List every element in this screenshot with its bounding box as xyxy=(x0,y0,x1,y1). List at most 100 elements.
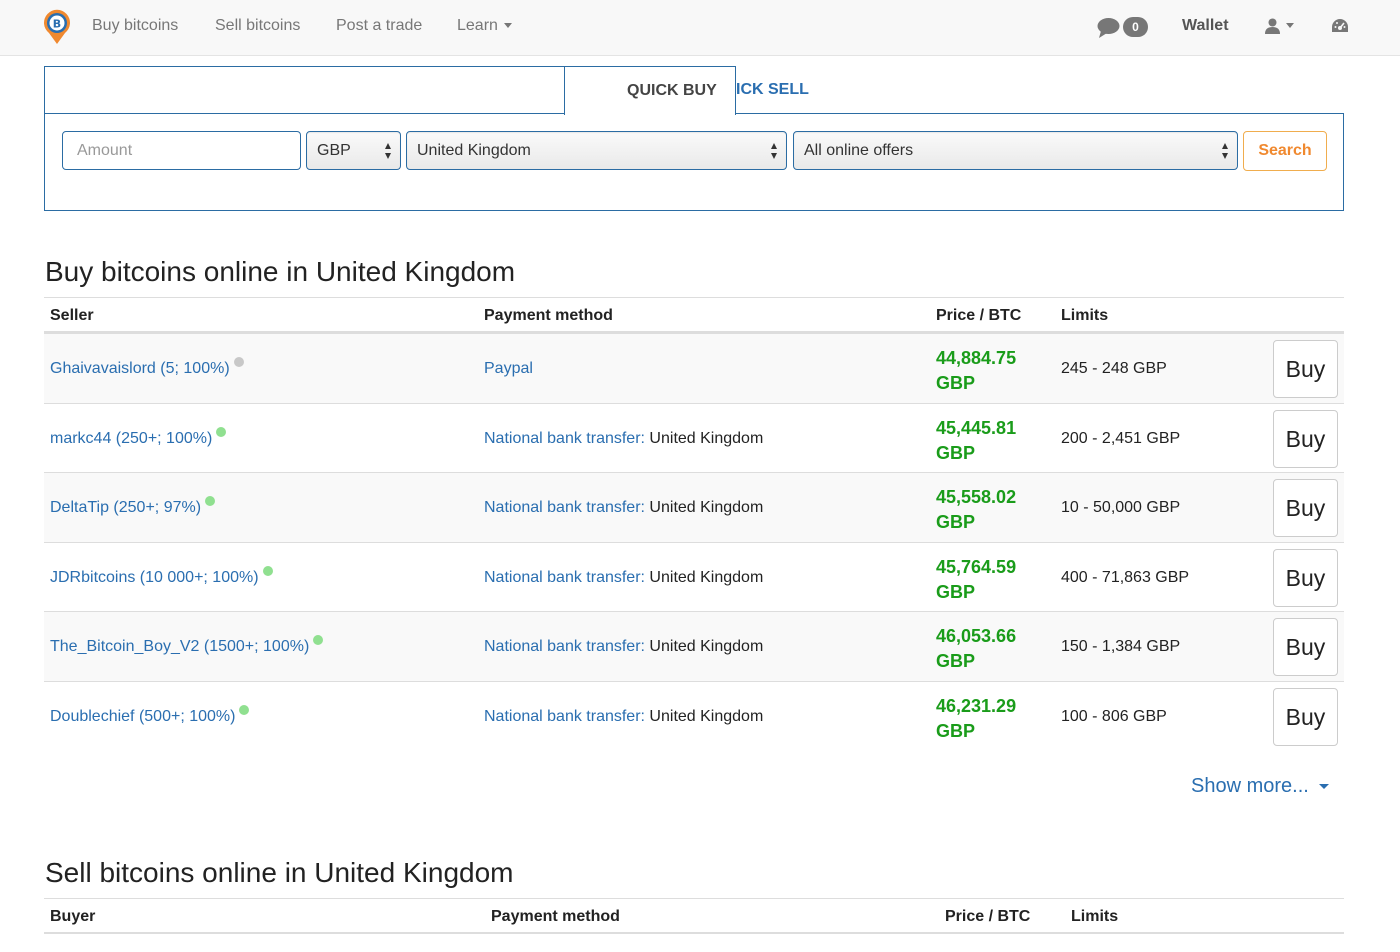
limits-cell: 200 - 2,451 GBP xyxy=(1061,430,1181,447)
seller-name: Doublechief (500+; 100%) xyxy=(50,708,236,725)
nav-wallet[interactable]: Wallet xyxy=(1182,17,1229,35)
price-value: 46,231.29 xyxy=(936,696,1017,716)
column-header: Price / BTC xyxy=(945,908,1031,925)
country-value: United Kingdom xyxy=(417,142,531,159)
chevron-down-icon xyxy=(1318,784,1329,790)
top-navbar: B Buy bitcoins Sell bitcoins Post a trad… xyxy=(0,0,1400,56)
buy-table-header: Seller Payment method Price / BTC Limits xyxy=(44,297,1344,333)
status-dot-icon xyxy=(262,566,273,576)
select-arrows-icon xyxy=(385,143,392,159)
nav-learn-label: Learn xyxy=(457,17,498,34)
price-currency: GBP xyxy=(936,443,976,463)
buy-button[interactable]: Buy xyxy=(1273,410,1338,468)
nav-buy-bitcoins[interactable]: Buy bitcoins xyxy=(92,17,178,35)
payment-method-link[interactable]: National bank transfer: xyxy=(484,638,645,655)
sell-section-title: Sell bitcoins online in United Kingdom xyxy=(45,857,514,888)
payment-method-link[interactable]: Paypal xyxy=(484,360,533,377)
nav-post-trade[interactable]: Post a trade xyxy=(336,17,422,35)
payment-method-link[interactable]: National bank transfer: xyxy=(484,499,645,516)
table-row: markc44 (250+; 100%) National bank transf… xyxy=(44,403,1344,473)
seller-link[interactable]: JDRbitcoins (10 000+; 100%) xyxy=(50,566,273,587)
price-cell: 45,445.81 GBP xyxy=(936,416,1016,466)
show-more-label: Show more... xyxy=(1191,775,1309,797)
select-arrows-icon xyxy=(1222,143,1229,159)
table-row: JDRbitcoins (10 000+; 100%) National bank… xyxy=(44,542,1344,612)
limits-cell: 150 - 1,384 GBP xyxy=(1061,638,1181,655)
buy-section-title: Buy bitcoins online in United Kingdom xyxy=(45,256,516,287)
svg-text:B: B xyxy=(53,18,61,31)
price-value: 46,053.66 xyxy=(936,626,1017,646)
price-cell: 45,764.59 GBP xyxy=(936,555,1016,605)
limits-cell: 100 - 806 GBP xyxy=(1061,708,1167,725)
price-value: 45,558.02 xyxy=(936,487,1017,507)
column-header: Buyer xyxy=(50,908,96,925)
column-header: Payment method xyxy=(491,908,620,925)
payment-method-link[interactable]: National bank transfer: xyxy=(484,430,645,447)
user-menu[interactable] xyxy=(1265,17,1294,35)
status-dot-icon xyxy=(239,705,250,715)
user-icon xyxy=(1265,18,1280,34)
status-dot-icon xyxy=(205,496,216,506)
chat-bubble-icon[interactable] xyxy=(1097,17,1121,39)
price-currency: GBP xyxy=(936,582,976,602)
price-cell: 46,053.66 GBP xyxy=(936,624,1016,674)
offer-type-select[interactable]: All online offers xyxy=(793,131,1238,170)
price-value: 45,445.81 xyxy=(936,418,1017,438)
messages-count-badge[interactable]: 0 xyxy=(1123,17,1148,37)
buy-button[interactable]: Buy xyxy=(1273,549,1338,607)
payment-method: National bank transfer: United Kingdom xyxy=(484,499,763,517)
seller-link[interactable]: The_Bitcoin_Boy_V2 (1500+; 100%) xyxy=(50,635,324,656)
dashboard-icon[interactable] xyxy=(1331,18,1349,34)
currency-select[interactable]: GBP xyxy=(306,131,401,170)
chevron-down-icon xyxy=(1286,23,1294,29)
tab-quick-buy-label: QUICK BUY xyxy=(627,82,717,99)
buy-button[interactable]: Buy xyxy=(1273,688,1338,746)
table-row: Ghaivavaislord (5; 100%) Paypal 44,884.75 G… xyxy=(44,333,1344,403)
price-value: 44,884.75 xyxy=(936,348,1017,368)
price-cell: 46,231.29 GBP xyxy=(936,694,1016,744)
status-dot-icon xyxy=(216,427,227,437)
payment-method-link[interactable]: National bank transfer: xyxy=(484,569,645,586)
price-value: 45,764.59 xyxy=(936,557,1017,577)
sell-table-header: Buyer Payment method Price / BTC Limits xyxy=(44,898,1344,934)
column-header: Seller xyxy=(50,307,94,324)
country-select[interactable]: United Kingdom xyxy=(406,131,787,170)
price-currency: GBP xyxy=(936,373,976,393)
column-header: Limits xyxy=(1071,908,1119,925)
status-dot-icon xyxy=(233,357,244,367)
payment-method: National bank transfer: United Kingdom xyxy=(484,638,763,656)
column-header: Payment method xyxy=(484,307,613,324)
price-currency: GBP xyxy=(936,651,976,671)
price-currency: GBP xyxy=(936,721,976,741)
nav-learn[interactable]: Learn xyxy=(457,17,512,35)
search-button[interactable]: Search xyxy=(1243,131,1327,171)
payment-method: National bank transfer: United Kingdom xyxy=(484,708,763,726)
limits-cell: 400 - 71,863 GBP xyxy=(1061,569,1190,586)
status-dot-icon xyxy=(313,635,324,645)
seller-link[interactable]: DeltaTip (250+; 97%) xyxy=(50,496,216,517)
show-more-link[interactable]: Show more... xyxy=(1191,775,1329,798)
amount-input[interactable] xyxy=(62,131,301,170)
nav-sell-bitcoins[interactable]: Sell bitcoins xyxy=(215,17,300,35)
seller-link[interactable]: Ghaivavaislord (5; 100%) xyxy=(50,357,244,378)
limits-cell: 245 - 248 GBP xyxy=(1061,360,1167,377)
seller-link[interactable]: markc44 (250+; 100%) xyxy=(50,427,227,448)
payment-method: National bank transfer: United Kingdom xyxy=(484,430,763,448)
buy-button[interactable]: Buy xyxy=(1273,618,1338,676)
payment-method-detail: United Kingdom xyxy=(644,708,764,725)
buy-button[interactable]: Buy xyxy=(1273,479,1338,537)
seller-link[interactable]: Doublechief (500+; 100%) xyxy=(50,705,250,726)
chevron-down-icon xyxy=(503,23,512,29)
table-row: The_Bitcoin_Boy_V2 (1500+; 100%) National… xyxy=(44,611,1344,681)
quick-tabs: QUICK BUY QUICK SELL xyxy=(44,66,1344,115)
payment-method-link[interactable]: National bank transfer: xyxy=(484,708,645,725)
currency-value: GBP xyxy=(317,142,351,159)
buy-button[interactable]: Buy xyxy=(1273,340,1338,398)
offer-type-value: All online offers xyxy=(804,142,914,159)
table-row: DeltaTip (250+; 97%) National bank transf… xyxy=(44,472,1344,542)
tab-quick-buy[interactable]: QUICK BUY xyxy=(564,66,736,115)
logo-pin-icon[interactable]: B xyxy=(42,9,72,45)
seller-name: Ghaivavaislord (5; 100%) xyxy=(50,360,230,377)
payment-method: National bank transfer: United Kingdom xyxy=(484,569,763,587)
seller-name: markc44 (250+; 100%) xyxy=(50,430,213,447)
